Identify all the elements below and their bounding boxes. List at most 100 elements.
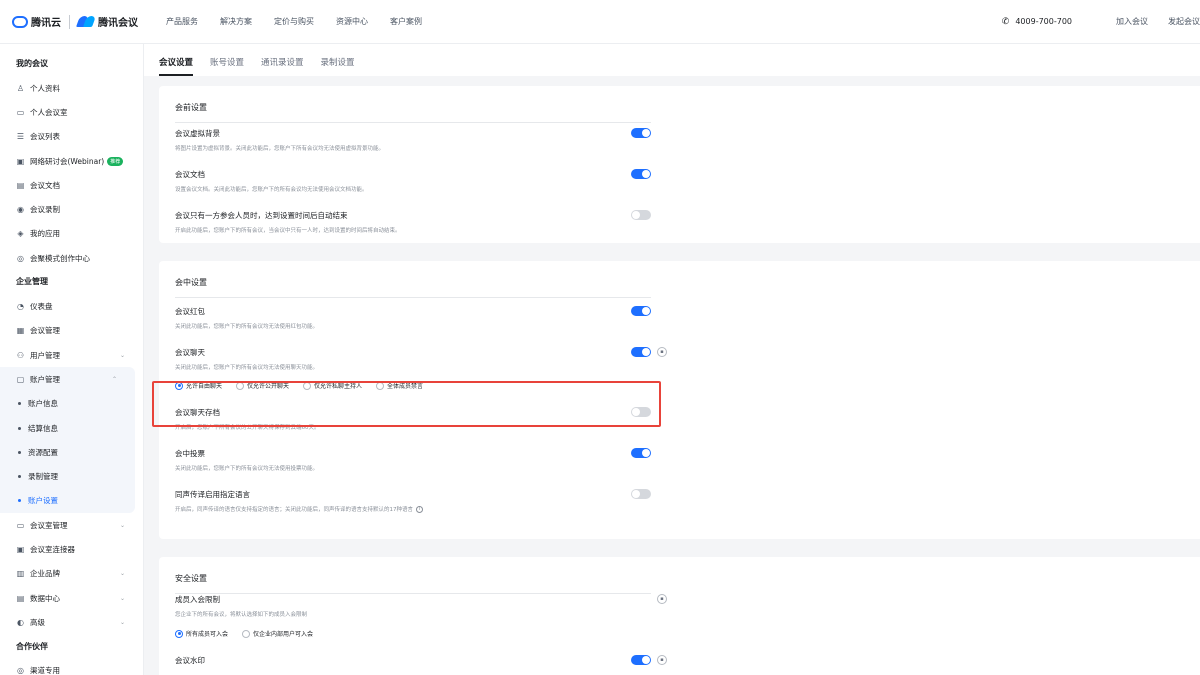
- section-title: 安全设置: [175, 574, 207, 583]
- sidebar-item-label: 个人会议室: [30, 107, 68, 117]
- document-icon: ▤: [16, 180, 25, 190]
- sidebar-item-user-management[interactable]: ⚇ 用户管理 ⌄: [0, 343, 143, 367]
- sidebar-item-room-connector[interactable]: ▣ 会议室连接器: [0, 537, 143, 561]
- radio-label: 仅企业内部用户可入会: [253, 631, 314, 638]
- tab-meeting-settings[interactable]: 会议设置: [159, 56, 194, 76]
- member-option-all[interactable]: 所有成员可入会: [175, 629, 228, 638]
- sidebar-item-account-management[interactable]: ▢ 账户管理 ⌃: [0, 367, 135, 391]
- watermark-toggle[interactable]: [631, 655, 651, 665]
- lock-icon[interactable]: ▪: [657, 594, 667, 604]
- setting-name: 会中投票: [175, 449, 205, 458]
- lock-icon[interactable]: ▪: [657, 347, 667, 357]
- sidebar-item-profile[interactable]: ♙ 个人资料: [0, 76, 143, 100]
- chevron-down-icon: ⌄: [119, 521, 125, 529]
- nav-link-cases[interactable]: 客户案例: [390, 16, 422, 27]
- vote-toggle[interactable]: [631, 448, 651, 458]
- tab-contacts-settings[interactable]: 通讯录设置: [261, 56, 304, 76]
- tencent-meeting-name: 腾讯会议: [98, 18, 138, 29]
- start-meeting-link[interactable]: 发起会议: [1168, 16, 1200, 27]
- virtual-background-toggle[interactable]: [631, 128, 651, 138]
- chevron-down-icon: ⌄: [119, 351, 125, 359]
- sidebar-item-label: 账户管理: [30, 374, 60, 384]
- sidebar-item-enterprise-brand[interactable]: ▥ 企业品牌 ⌄: [0, 562, 143, 586]
- red-packet-toggle[interactable]: [631, 306, 651, 316]
- brand[interactable]: 腾讯云 腾讯会议: [0, 14, 138, 29]
- sidebar-item-recording[interactable]: ◉ 会议录制: [0, 197, 143, 221]
- sidebar-item-dashboard[interactable]: ◔ 仪表盘: [0, 294, 143, 318]
- nav-links: 产品服务 解决方案 定价与购买 资源中心 客户案例: [166, 16, 444, 27]
- interpretation-toggle[interactable]: [631, 489, 651, 499]
- phone-icon: ✆: [1001, 16, 1010, 27]
- top-navbar: 腾讯云 腾讯会议 产品服务 解决方案 定价与购买 资源中心 客户案例 ✆ 400…: [0, 0, 1200, 44]
- sidebar-item-personal-room[interactable]: ▭ 个人会议室: [0, 100, 143, 124]
- sidebar-item-webinar[interactable]: ▣ 网络研讨会(Webinar) 推荐: [0, 149, 143, 173]
- meeting-chat-toggle[interactable]: [631, 347, 651, 357]
- channel-icon: ◎: [17, 666, 24, 675]
- setting-virtual-background: 会议虚拟背景 将图片设置为虚拟背景。关闭此功能后，您账户下所有会议均无法使用虚拟…: [175, 128, 651, 152]
- radio-label: 所有成员可入会: [186, 631, 229, 638]
- sidebar-subitem-label: 录制管理: [28, 472, 58, 482]
- sidebar-item-label: 企业品牌: [30, 569, 60, 579]
- sidebar-item-label: 数据中心: [30, 593, 60, 603]
- setting-name: 会议水印: [175, 656, 205, 665]
- auto-end-toggle[interactable]: [631, 210, 651, 220]
- info-icon[interactable]: i: [416, 505, 424, 513]
- setting-name: 同声传译启用指定语言: [175, 490, 250, 499]
- setting-red-packet: 会议红包 关闭此功能后，您账户下的所有会议均无法使用红包功能。: [175, 306, 651, 330]
- sidebar-item-data-center[interactable]: ▤ 数据中心 ⌄: [0, 586, 143, 610]
- webinar-icon: ▣: [16, 156, 25, 166]
- sidebar-subitem-recording-management[interactable]: 录制管理: [0, 464, 135, 488]
- sidebar-item-label: 用户管理: [30, 350, 60, 360]
- sidebar-subitem-label: 账户设置: [28, 496, 58, 506]
- setting-in-meeting-vote: 会中投票 关闭此功能后，您账户下的所有会议均无法使用投票功能。: [175, 448, 651, 472]
- sidebar-item-label: 会聚模式创作中心: [30, 253, 90, 263]
- tab-account-settings[interactable]: 账号设置: [210, 56, 244, 76]
- setting-description: 关闭此功能后，您账户下的所有会议均无法使用聊天功能。: [175, 365, 319, 371]
- lock-icon[interactable]: ▪: [657, 655, 667, 665]
- data-icon: ▤: [16, 593, 25, 603]
- section-divider: [175, 297, 651, 298]
- setting-name: 会议文档: [175, 170, 205, 179]
- nav-link-solutions[interactable]: 解决方案: [220, 16, 252, 27]
- sidebar-item-create-center[interactable]: ◎ 会聚模式创作中心: [0, 246, 143, 270]
- sidebar-item-advanced[interactable]: ◐ 高级 ⌄: [0, 610, 143, 634]
- sidebar-subitem-account-info[interactable]: 账户信息: [0, 392, 135, 416]
- member-option-internal[interactable]: 仅企业内部用户可入会: [242, 629, 313, 638]
- sidebar-item-label: 我的应用: [30, 229, 60, 239]
- section-title: 会中设置: [175, 278, 207, 287]
- nav-link-resources[interactable]: 资源中心: [336, 16, 368, 27]
- setting-description: 开启后，同声传译的语言仅支持指定的语言；关闭此功能后，同声传译的语言支持默认的1…: [175, 505, 651, 513]
- sidebar-item-my-apps[interactable]: ◈ 我的应用: [0, 222, 143, 246]
- sidebar: 我的会议 ♙ 个人资料 ▭ 个人会议室 ☰ 会议列表 ▣ 网络研讨会(Webin…: [0, 44, 144, 675]
- chevron-down-icon: ⌄: [119, 594, 125, 602]
- setting-description: 关闭此功能后，您账户下的所有会议均无法使用红包功能。: [175, 324, 319, 330]
- setting-name: 会议聊天: [175, 348, 205, 357]
- tencent-cloud-logo-icon: [12, 15, 28, 28]
- sidebar-subitem-account-settings[interactable]: 账户设置: [0, 489, 135, 513]
- nav-link-pricing[interactable]: 定价与购买: [274, 16, 314, 27]
- chevron-up-icon: ⌃: [111, 375, 117, 383]
- nav-link-products[interactable]: 产品服务: [166, 16, 198, 27]
- sidebar-item-label: 渠道专用: [30, 666, 60, 675]
- setting-meeting-documents: 会议文档 设置会议文档。关闭此功能后，您账户下的所有会议均无法使用会议文档功能。: [175, 169, 651, 193]
- join-meeting-link[interactable]: 加入会议: [1116, 16, 1148, 27]
- sidebar-item-documents[interactable]: ▤ 会议文档: [0, 173, 143, 197]
- sidebar-item-room-management[interactable]: ▭ 会议室管理 ⌄: [0, 513, 143, 537]
- sidebar-item-label: 网络研讨会(Webinar): [30, 156, 105, 166]
- sidebar-item-channel[interactable]: ◎ 渠道专用: [0, 659, 143, 675]
- sidebar-item-label: 会议管理: [30, 326, 60, 336]
- setting-interpretation-language: 同声传译启用指定语言 开启后，同声传译的语言仅支持指定的语言；关闭此功能后，同声…: [175, 489, 651, 513]
- sidebar-item-meeting-list[interactable]: ☰ 会议列表: [0, 125, 143, 149]
- meeting-documents-toggle[interactable]: [631, 169, 651, 179]
- phone-number: ✆ 4009-700-700: [1002, 17, 1072, 27]
- sidebar-item-label: 个人资料: [30, 83, 60, 93]
- tencent-cloud-name: 腾讯云: [31, 18, 61, 29]
- sidebar-subitem-billing-info[interactable]: 结算信息: [0, 416, 135, 440]
- sidebar-subitem-resource-config[interactable]: 资源配置: [0, 440, 135, 464]
- building-icon: ▥: [16, 569, 25, 579]
- tab-recording-settings[interactable]: 录制设置: [321, 56, 355, 76]
- sidebar-group-enterprise: 企业管理: [16, 277, 48, 287]
- setting-description-text: 开启后，同声传译的语言仅支持指定的语言；关闭此功能后，同声传译的语言支持默认的1…: [175, 507, 414, 513]
- setting-description: 设置会议文档。关闭此功能后，您账户下的所有会议均无法使用会议文档功能。: [175, 187, 368, 193]
- sidebar-item-meeting-management[interactable]: ▦ 会议管理: [0, 319, 143, 343]
